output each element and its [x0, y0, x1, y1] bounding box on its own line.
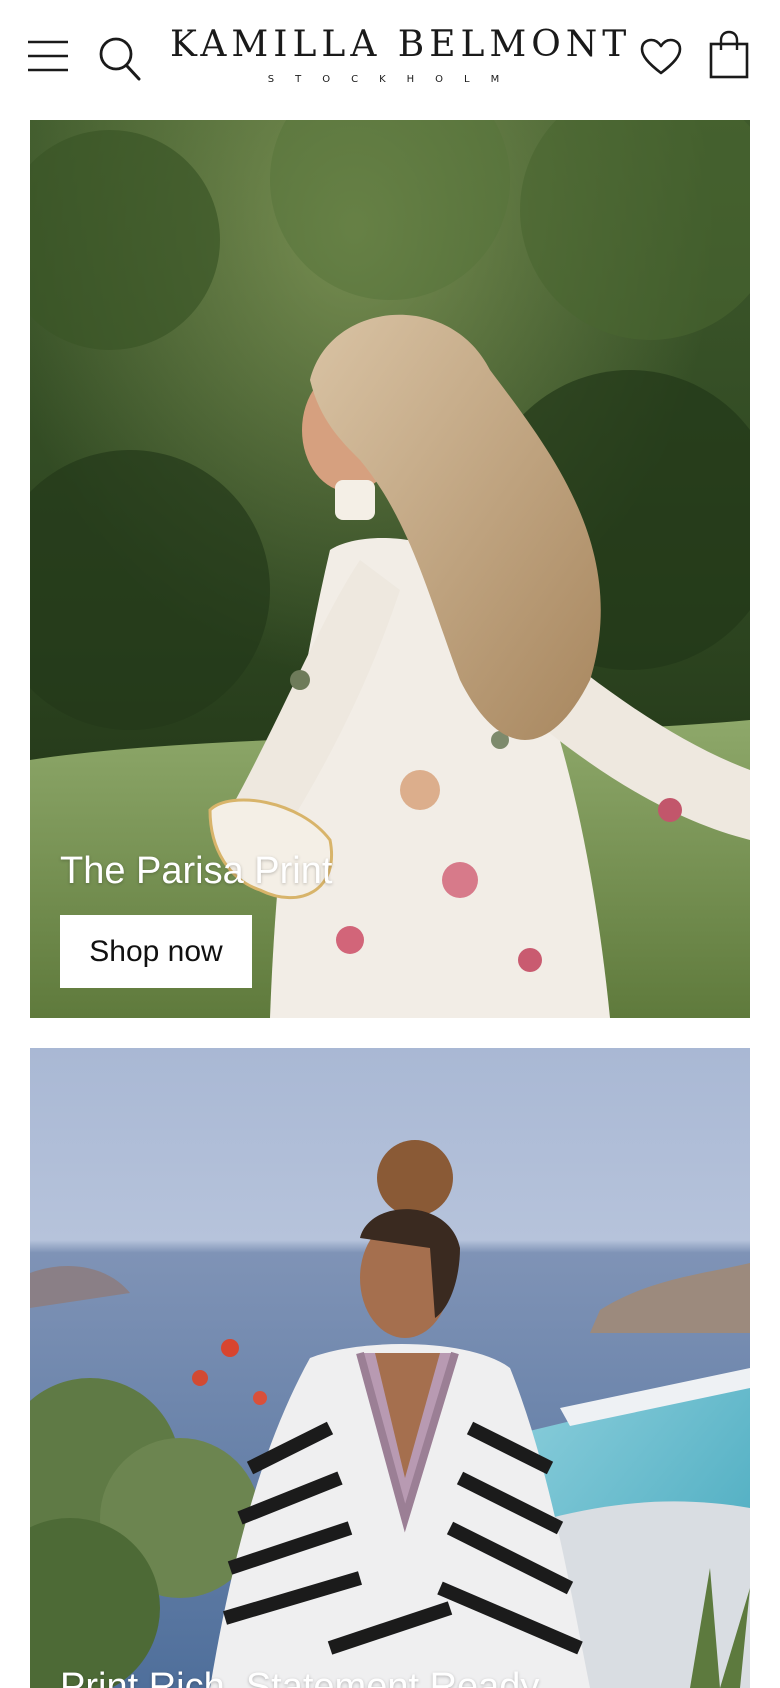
search-icon: [99, 37, 141, 81]
shopping-bag-icon: [709, 30, 749, 79]
hero-banner-statement[interactable]: Print Rich, Statement Ready: [30, 1048, 750, 1688]
site-header: KAMILLA BELMONT STOCKHOLM: [0, 0, 780, 120]
search-button[interactable]: [96, 34, 144, 84]
wishlist-button[interactable]: [636, 34, 686, 80]
hamburger-menu-icon: [28, 40, 68, 72]
heart-icon: [640, 38, 682, 75]
hero-banner-parisa[interactable]: The Parisa Print Shop now: [30, 120, 750, 1018]
cart-button[interactable]: [706, 28, 752, 82]
shop-now-button[interactable]: Shop now: [60, 915, 252, 988]
banner-title: Print Rich, Statement Ready: [60, 1666, 540, 1688]
brand-logo[interactable]: KAMILLA BELMONT STOCKHOLM: [170, 24, 632, 94]
banner-title: The Parisa Print: [60, 850, 333, 892]
banner-photo-zebra-kaftan: [30, 1048, 750, 1688]
brand-name: KAMILLA BELMONT: [170, 24, 632, 65]
menu-button[interactable]: [26, 34, 70, 78]
brand-subtitle: STOCKHOLM: [267, 74, 521, 85]
